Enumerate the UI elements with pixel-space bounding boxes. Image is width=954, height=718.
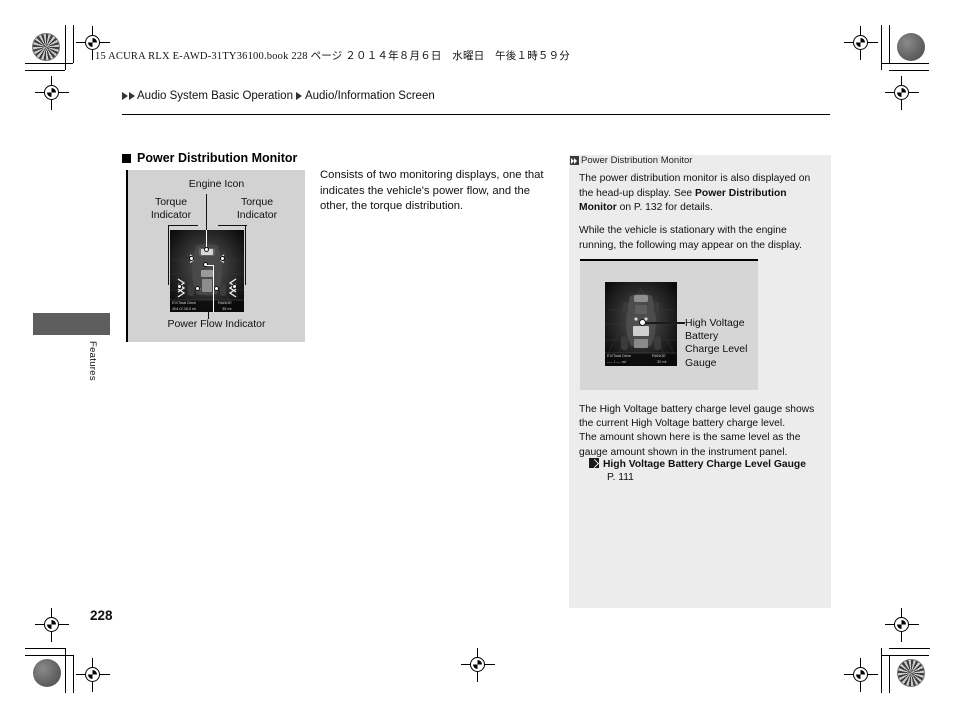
arrow-reference-icon — [589, 458, 599, 468]
display-label-ev-total-drive: EV/Total Drive — [172, 300, 196, 305]
leader-torque-right-v — [245, 225, 247, 285]
hv-label-line-0: High Voltage — [685, 317, 745, 329]
hv-display-value-ev-total-drive: ---.- / --.- mi — [607, 359, 626, 364]
registration-mark-bottom-left-b — [76, 658, 110, 692]
crop-line-tr-v2 — [889, 25, 890, 63]
crop-line-tl-h1 — [25, 63, 73, 64]
hv-display-label-range: RANGE — [652, 353, 666, 358]
figure-caption-power-flow-indicator: Power Flow Indicator — [167, 318, 266, 330]
manual-page: 15 ACURA RLX E-AWD-31TY36100.book 228 ペー… — [0, 0, 954, 718]
registration-mark-top-right-a — [844, 26, 878, 60]
hv-gauge-callout-label: High Voltage Battery Charge Level Gauge — [685, 317, 785, 370]
sidebar-paragraph-1: The power distribution monitor is also d… — [579, 172, 821, 216]
leader-dot-engine — [204, 247, 209, 252]
registration-mark-bottom-right-b — [885, 608, 919, 642]
sidebar-heading-text: Power Distribution Monitor — [581, 155, 693, 166]
crop-line-br-h1 — [889, 648, 930, 649]
registration-mark-top-left-b — [35, 76, 69, 110]
crop-line-tl-v2 — [73, 25, 74, 63]
hv-gauge-leader-dot — [639, 319, 646, 326]
cross-reference-page[interactable]: P. 111 — [607, 472, 829, 483]
crop-line-tr-h2 — [889, 70, 929, 71]
leader-engine-v — [206, 194, 208, 234]
cross-reference[interactable]: High Voltage Battery Charge Level Gauge … — [589, 458, 829, 483]
triangle-right-icon-3 — [295, 92, 302, 100]
crop-line-tr-h1 — [881, 63, 929, 64]
hv-label-line-1: Battery — [685, 330, 719, 343]
crop-line-bl-v2 — [73, 655, 74, 693]
leader-torque-left-h — [168, 225, 198, 227]
torque-right-line2: Indicator — [236, 209, 278, 221]
leader-dot-torque-right — [220, 256, 225, 261]
sidebar-heading: Power Distribution Monitor — [570, 155, 692, 166]
registration-mark-bottom-center — [461, 648, 495, 682]
triangle-right-icon-2 — [129, 92, 135, 100]
hv-gauge-leader-line — [643, 322, 685, 324]
registration-mark-bottom-right-a — [844, 658, 878, 692]
crop-line-br-h2 — [881, 655, 929, 656]
page-title: Power Distribution Monitor — [122, 151, 297, 165]
display-value-ev-total-drive: 404.0/ 28.0 mi — [172, 306, 196, 311]
crop-line-br-v2 — [889, 655, 890, 693]
cross-reference-title[interactable]: High Voltage Battery Charge Level Gauge — [603, 459, 806, 470]
margin-tab-label: Features — [87, 341, 98, 381]
figure-caption-engine-icon: Engine Icon — [188, 178, 245, 190]
figure-power-distribution-monitor: Engine Icon Torque Indicator Torque Indi… — [126, 170, 305, 342]
sidebar-p3-line-2: the current High Voltage battery charge … — [579, 418, 786, 430]
triangle-right-icon-1 — [122, 92, 128, 100]
registration-mark-bottom-left-a — [35, 608, 69, 642]
torque-left-line1: Torque — [154, 196, 188, 208]
breadcrumb-item-0[interactable]: Audio System Basic Operation — [137, 90, 293, 102]
leader-torque-right-h — [218, 225, 247, 227]
body-paragraph: Consists of two monitoring displays, one… — [320, 169, 544, 213]
leader-dot-rear-torque-left — [177, 284, 182, 289]
sidebar-p3-line-3: The amount shown here is the same level … — [579, 432, 801, 444]
display-value-range: 35 mi — [222, 306, 232, 311]
color-registration-target-top-right — [897, 33, 925, 61]
sidebar-paragraph-2: While the vehicle is stationary with the… — [579, 225, 803, 251]
breadcrumb-item-1[interactable]: Audio/Information Screen — [305, 90, 435, 102]
hv-display-value-range: 32 mi — [657, 359, 667, 364]
color-registration-target-bottom-left — [33, 659, 61, 687]
leader-dot-torque-left — [189, 256, 194, 261]
leader-dot-power-flow-right — [214, 286, 219, 291]
sidebar-p3-line-1: The High Voltage battery charge level ga… — [579, 404, 815, 415]
crop-line-bl-h1 — [25, 648, 66, 649]
figure-caption-torque-indicator-right: Torque Indicator — [220, 196, 294, 222]
bullet-square-icon — [122, 153, 131, 163]
power-distribution-display-image: EV/Total Drive 404.0/ 28.0 mi RANGE 35 m… — [170, 230, 244, 312]
figure-caption-torque-indicator-left: Torque Indicator — [134, 196, 208, 222]
registration-mark-top-right-b — [885, 76, 919, 110]
display-label-range: RANGE — [218, 300, 232, 305]
header-rule — [122, 114, 830, 115]
double-chevron-right-icon — [570, 156, 579, 165]
color-registration-target-bottom-right — [897, 659, 925, 687]
leader-powerflow-v — [213, 265, 215, 312]
torque-left-line2: Indicator — [150, 209, 192, 221]
margin-tab-block — [33, 313, 110, 335]
section-heading-text: Power Distribution Monitor — [137, 151, 298, 165]
leader-dot-power-flow-left — [195, 286, 200, 291]
torque-right-line1: Torque — [240, 196, 274, 208]
print-imprint-line: 15 ACURA RLX E-AWD-31TY36100.book 228 ペー… — [95, 51, 570, 62]
leader-inimage-engine — [206, 230, 208, 248]
breadcrumb: Audio System Basic Operation Audio/Infor… — [122, 90, 436, 102]
crop-line-tl-h2 — [25, 70, 65, 71]
hv-label-line-2: Charge Level — [685, 343, 748, 356]
color-registration-target-top-left — [32, 33, 60, 61]
hv-label-line-3: Gauge — [685, 356, 717, 369]
leader-powerflow-h — [206, 265, 214, 267]
crop-line-bl-h2 — [25, 655, 73, 656]
page-number: 228 — [90, 608, 113, 623]
sidebar-paragraph-3: The High Voltage battery charge level ga… — [579, 403, 824, 460]
sidebar-p1-part2: on P. 132 for details. — [616, 202, 713, 214]
leader-dot-rear-torque-right — [232, 284, 237, 289]
hv-display-label-ev-total-drive: EV/Total Drive — [607, 353, 631, 358]
